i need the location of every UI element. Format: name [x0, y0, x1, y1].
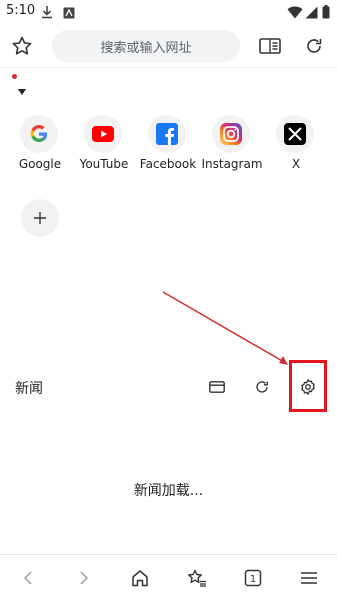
menu-icon[interactable]	[297, 566, 321, 590]
forward-icon[interactable]	[72, 566, 96, 590]
bottom-divider	[0, 554, 337, 555]
news-title: 新闻	[15, 381, 43, 397]
card-view-icon[interactable]	[207, 377, 227, 397]
back-icon[interactable]	[16, 566, 40, 590]
annotation-arrow	[162, 291, 288, 365]
news-loading-text: 新闻加载...	[133, 483, 204, 499]
news-header: 新闻	[0, 370, 337, 404]
news-refresh-icon[interactable]	[252, 377, 272, 397]
bottom-nav: 1	[0, 556, 337, 600]
tabs-icon[interactable]: 1	[241, 566, 265, 590]
highlight-box	[289, 360, 327, 412]
tab-count: 1	[250, 574, 256, 585]
bookmarks-icon[interactable]	[185, 566, 209, 590]
home-icon[interactable]	[128, 566, 152, 590]
